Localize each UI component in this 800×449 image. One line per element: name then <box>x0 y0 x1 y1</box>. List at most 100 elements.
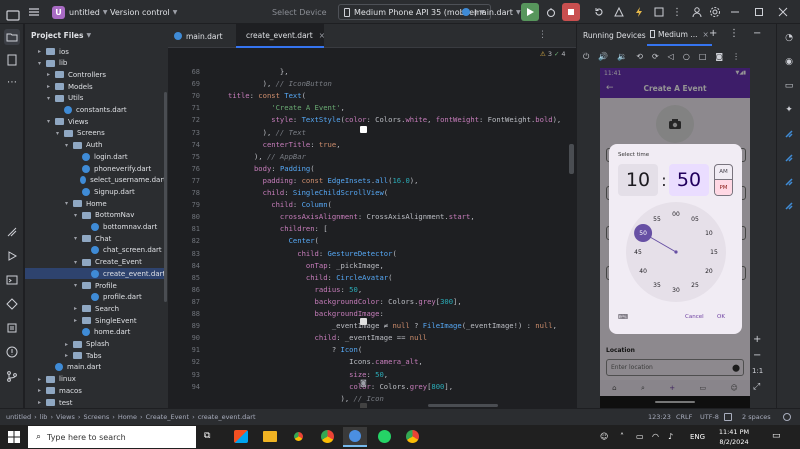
taskbar-clock[interactable]: 11:41 PM 8/2/2024 <box>712 427 756 447</box>
tree-folder[interactable]: ▸ Models <box>25 81 166 92</box>
editor-hscrollbar[interactable] <box>428 404 498 407</box>
volume-icon[interactable]: ♪ <box>668 432 673 441</box>
run-button[interactable] <box>521 3 539 21</box>
clock-dial[interactable]: 00 05 10 15 20 25 30 35 40 45 50 55 <box>626 202 726 302</box>
close-icon[interactable] <box>774 3 792 21</box>
chevron-down-icon[interactable]: ▾ <box>38 60 46 67</box>
logcat-icon[interactable] <box>4 320 20 336</box>
input-language[interactable]: ENG <box>690 425 705 449</box>
tree-folder[interactable]: ▾ Create_Event <box>25 257 166 268</box>
tree-scrollbar[interactable] <box>164 92 167 302</box>
dial-label[interactable]: 00 <box>672 211 680 218</box>
chrome-icon[interactable] <box>321 430 334 443</box>
am-button[interactable]: AM <box>715 165 732 180</box>
breadcrumb-item[interactable]: lib <box>40 413 48 421</box>
device-tab[interactable]: Medium ... × <box>647 24 712 46</box>
volume-up-icon[interactable]: 🔊 <box>598 52 608 66</box>
dial-label[interactable]: 50 <box>639 230 647 237</box>
chevron-down-icon[interactable]: ▾ <box>65 142 73 149</box>
tree-folder[interactable]: ▸ Search <box>25 303 166 314</box>
chevron-down-icon[interactable]: ▾ <box>56 130 64 137</box>
tree-folder[interactable]: ▸ SingleEvent <box>25 315 166 326</box>
windows-start-icon[interactable] <box>8 431 20 445</box>
tree-folder[interactable]: ▸ linux <box>25 374 166 385</box>
chevron-right-icon[interactable]: ▸ <box>38 376 46 383</box>
device-manager-icon[interactable]: ▭ <box>781 78 797 94</box>
close-tab-icon[interactable]: × <box>703 30 709 39</box>
tree-folder[interactable]: ▾ BottomNav <box>25 210 166 221</box>
tree-file[interactable]: phoneverify.dart <box>25 163 166 174</box>
network-icon[interactable]: ▭ <box>636 432 644 441</box>
tree-file[interactable]: create_event.dart <box>25 268 166 280</box>
flutter-inspector-icon[interactable] <box>781 126 797 142</box>
vcs-menu[interactable]: Version control ▼ <box>110 0 177 24</box>
memory-indicator-icon[interactable] <box>783 413 791 421</box>
close-tab-icon[interactable]: × <box>319 31 325 40</box>
code-area[interactable]: }, ), // IconButton title: const Text( 'C… <box>228 48 573 408</box>
debug-icon[interactable] <box>542 3 560 21</box>
breadcrumb-item[interactable]: Screens <box>83 413 109 421</box>
tree-folder[interactable]: ▾ Utils <box>25 93 166 104</box>
hour-field[interactable]: 10 <box>618 164 658 196</box>
back-icon[interactable]: ◁ <box>668 52 674 66</box>
tree-folder[interactable]: ▸ test <box>25 397 166 408</box>
chevron-down-icon[interactable]: ▾ <box>74 282 82 289</box>
stop-button[interactable] <box>562 3 580 21</box>
fit-screen-icon[interactable]: ⤢ <box>753 382 760 392</box>
minimize-icon[interactable] <box>726 3 744 21</box>
problems-icon[interactable] <box>4 296 20 312</box>
tree-folder[interactable]: ▸ ios <box>25 46 166 57</box>
tree-file[interactable]: constants.dart <box>25 105 166 116</box>
taskbar-search-box[interactable]: ⌕ Type here to search <box>28 426 196 448</box>
tree-file[interactable]: chat_screen.dart <box>25 245 166 256</box>
run-config-selector[interactable]: main.dart ▼ <box>462 0 521 24</box>
dial-label[interactable]: 45 <box>634 249 642 256</box>
chevron-right-icon[interactable]: ▸ <box>47 83 55 90</box>
hot-reload-icon[interactable] <box>590 3 608 21</box>
chevron-right-icon[interactable]: ▸ <box>65 352 73 359</box>
tree-file[interactable]: main.dart <box>25 362 166 373</box>
devtools-icon[interactable] <box>610 3 628 21</box>
select-device-button[interactable]: Select Device <box>272 0 327 24</box>
chevron-down-icon[interactable]: ▾ <box>74 259 82 266</box>
tree-folder[interactable]: ▾ lib <box>25 58 166 69</box>
hot-restart-icon[interactable] <box>630 3 648 21</box>
line-separator[interactable]: CRLF <box>676 409 692 425</box>
more-options-icon[interactable]: ⋮ <box>668 3 686 21</box>
git-branch-icon[interactable] <box>4 368 20 384</box>
breadcrumb-item[interactable]: Create_Event <box>146 413 189 421</box>
maximize-icon[interactable] <box>750 3 768 21</box>
zoom-1to1-button[interactable]: 1:1 <box>752 367 763 375</box>
dial-label[interactable]: 20 <box>705 268 713 275</box>
minute-field[interactable]: 50 <box>669 164 709 196</box>
chevron-right-icon[interactable]: ▸ <box>38 48 46 55</box>
chevron-right-icon[interactable]: ▸ <box>38 399 46 406</box>
folder-icon[interactable] <box>4 29 20 45</box>
whatsapp-icon[interactable] <box>378 430 391 443</box>
project-panel-title[interactable]: Project Files ▼ <box>31 24 91 46</box>
breadcrumb-item[interactable]: create_event.dart <box>198 413 256 421</box>
zoom-out-icon[interactable]: − <box>753 350 761 361</box>
rotate-right-icon[interactable]: ⟳ <box>652 52 659 66</box>
gemini-icon[interactable]: ✦ <box>781 102 797 118</box>
file-explorer-icon[interactable] <box>263 431 277 442</box>
ok-button[interactable]: OK <box>717 314 725 320</box>
cursor-position[interactable]: 123:23 <box>648 409 671 425</box>
tree-folder[interactable]: ▾ Auth <box>25 140 166 151</box>
terminal-icon[interactable] <box>4 272 20 288</box>
tree-folder[interactable]: ▾ Views <box>25 116 166 127</box>
chevron-right-icon[interactable]: ▸ <box>74 317 82 324</box>
breadcrumb-item[interactable]: Home <box>118 413 137 421</box>
project-selector[interactable]: U untitled ▼ <box>52 0 107 24</box>
cancel-button[interactable]: Cancel <box>685 314 704 320</box>
minimize-panel-icon[interactable]: − <box>753 28 761 39</box>
tree-file[interactable]: Signup.dart <box>25 186 166 197</box>
home-icon[interactable]: ○ <box>683 52 690 66</box>
overview-icon[interactable]: □ <box>699 52 707 66</box>
stop-app-icon[interactable] <box>650 3 668 21</box>
wifi-icon[interactable]: ◠ <box>652 432 659 441</box>
chrome-icon[interactable] <box>292 430 305 443</box>
notification-center-icon[interactable]: ▭ <box>772 431 781 441</box>
tree-folder[interactable]: ▸ Controllers <box>25 69 166 80</box>
commit-icon[interactable] <box>4 52 20 68</box>
